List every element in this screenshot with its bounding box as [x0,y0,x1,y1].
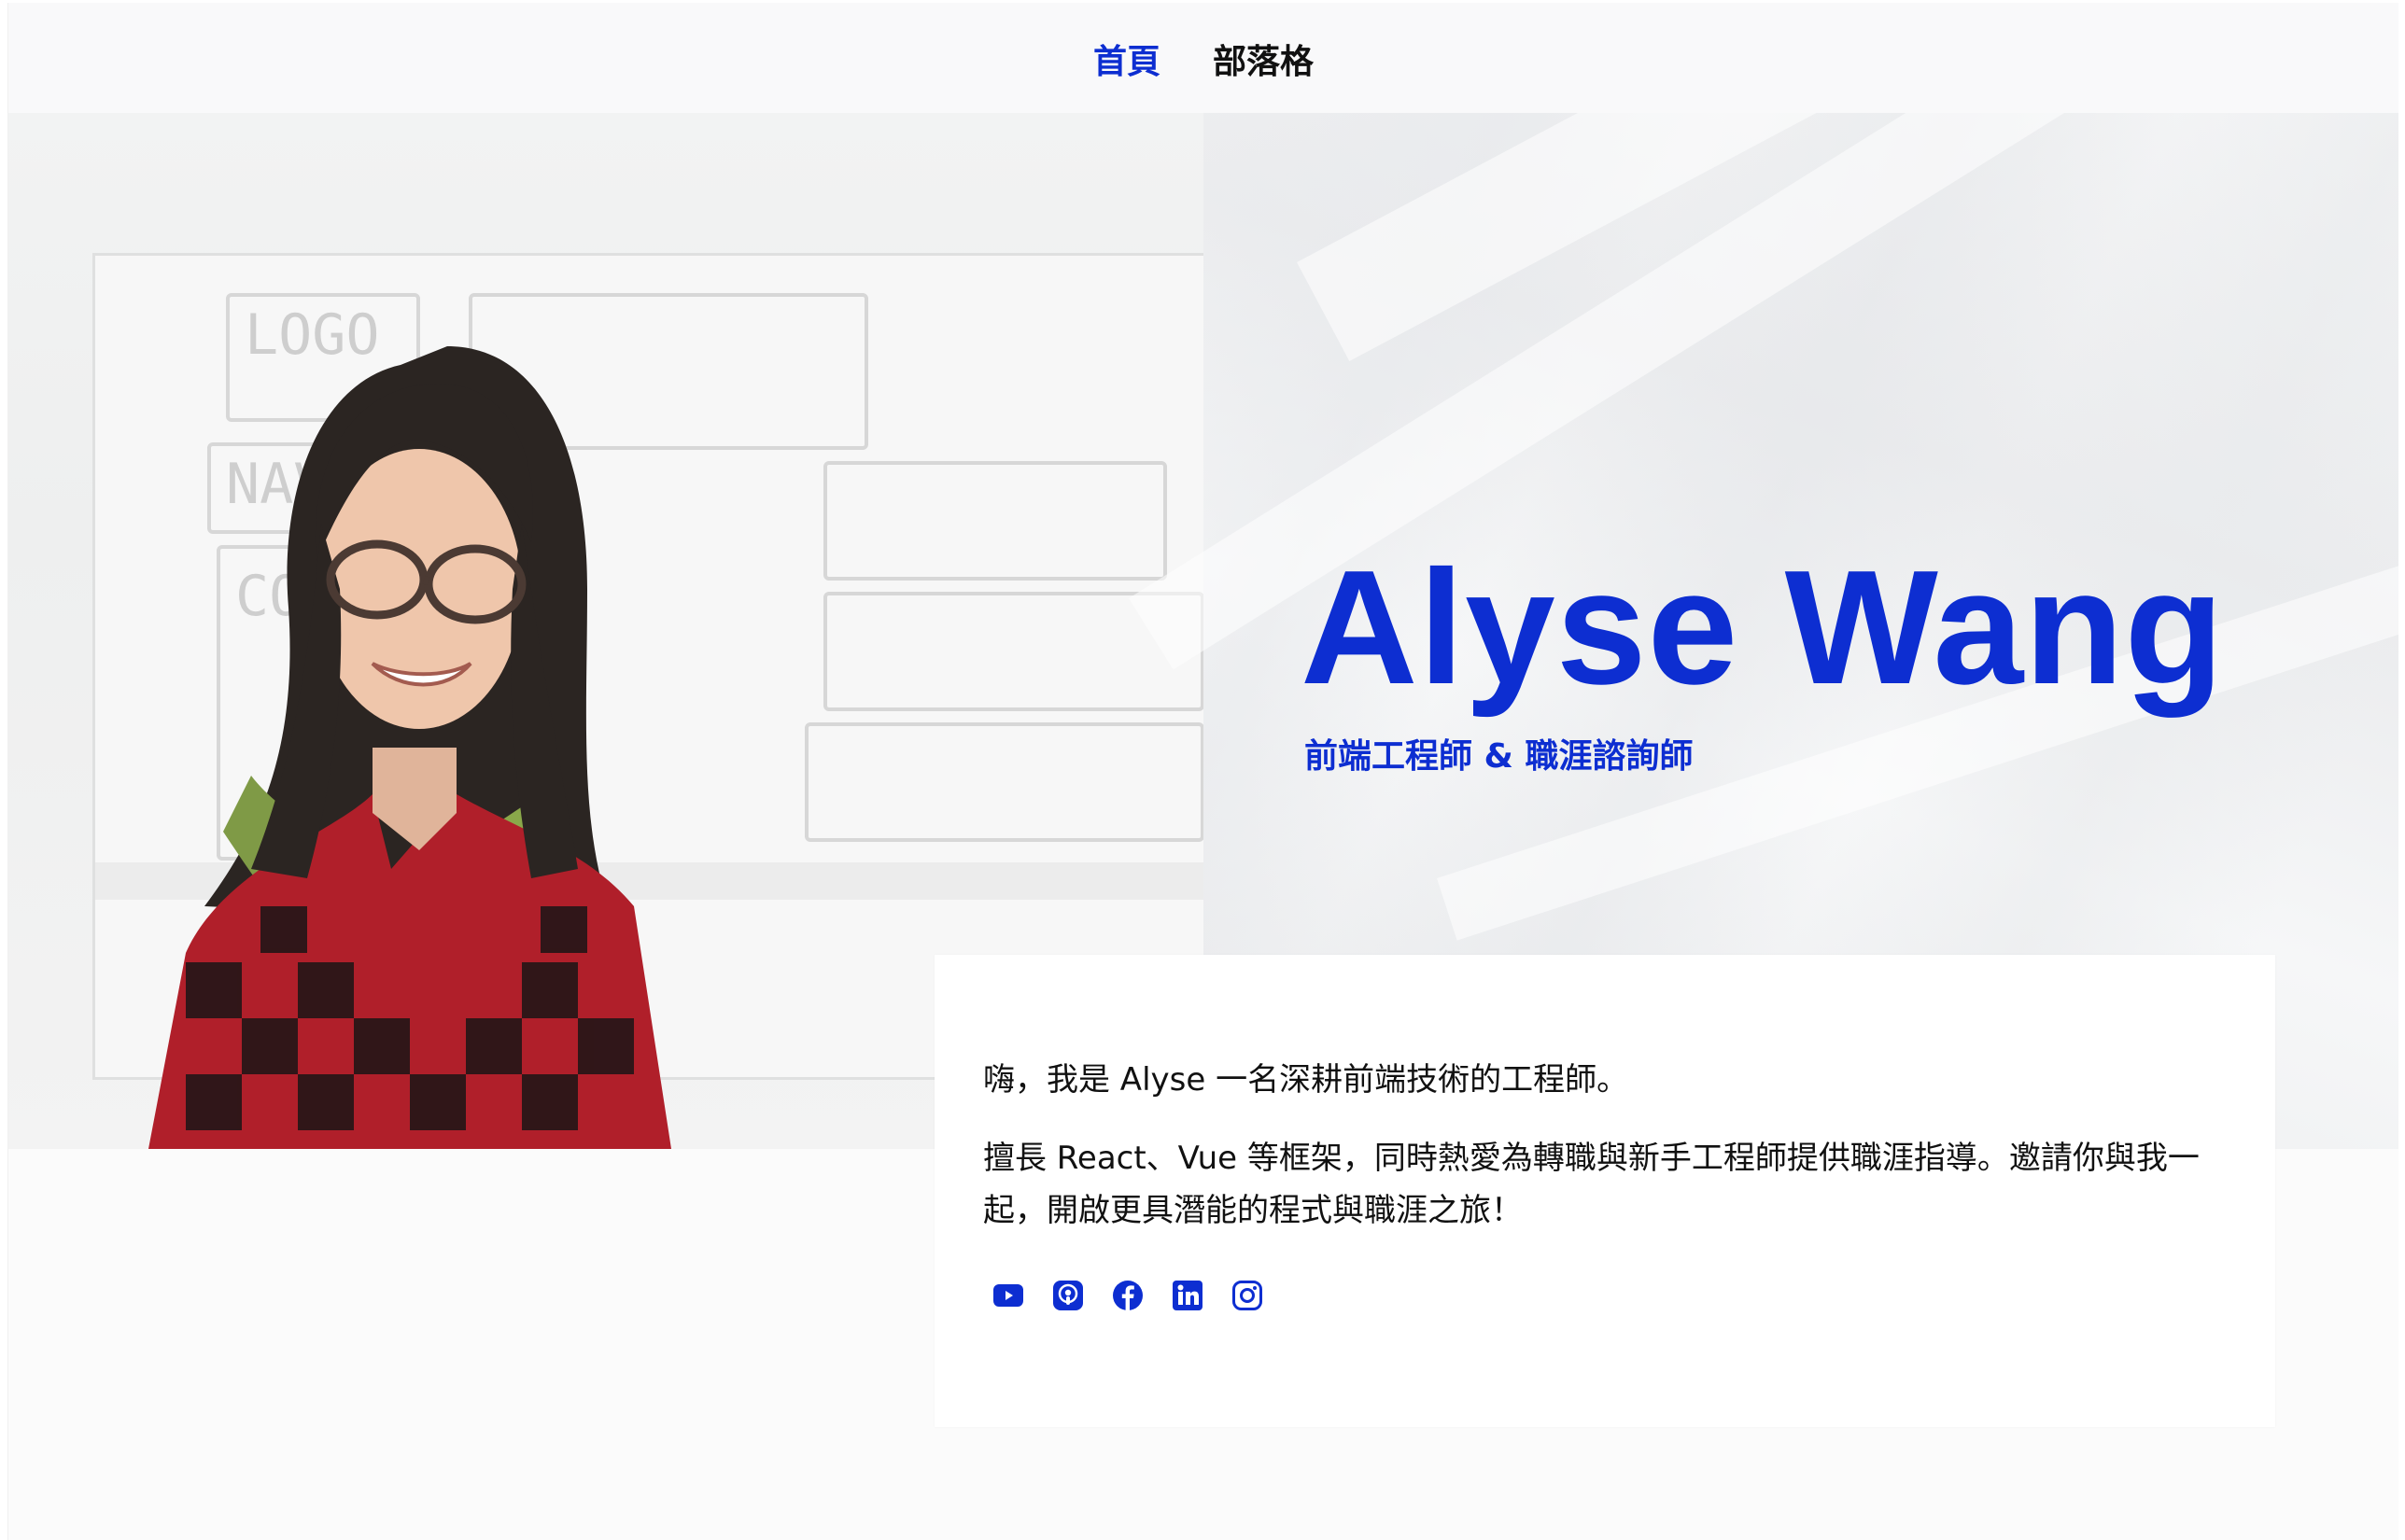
youtube-icon[interactable] [991,1278,1026,1313]
nav-home-link[interactable]: 首頁 [1093,33,1160,83]
podcast-icon[interactable] [1050,1278,1086,1313]
intro-card: 嗨，我是 Alyse 一名深耕前端技術的工程師。 擅長 React、Vue 等框… [935,955,2275,1427]
linkedin-icon[interactable] [1170,1278,1205,1313]
intro-greeting: 嗨，我是 Alyse 一名深耕前端技術的工程師。 [983,1061,1629,1099]
page: 首頁 部落格 LOGO NAV CONT [7,3,2398,1540]
hero-name: Alyse Wang [1301,536,2225,718]
facebook-icon[interactable] [1110,1278,1146,1313]
person-illustration [148,346,671,1149]
instagram-icon[interactable] [1230,1278,1265,1313]
hero-subtitle: 前端工程師 & 職涯諮詢師 [1304,737,1694,776]
top-navigation: 首頁 部落格 [8,3,2398,113]
intro-description: 擅長 React、Vue 等框架，同時熱愛為轉職與新手工程師提供職涯指導。邀請你… [983,1140,2200,1229]
nav-blog-link[interactable]: 部落格 [1213,33,1314,83]
social-links [991,1278,1265,1313]
